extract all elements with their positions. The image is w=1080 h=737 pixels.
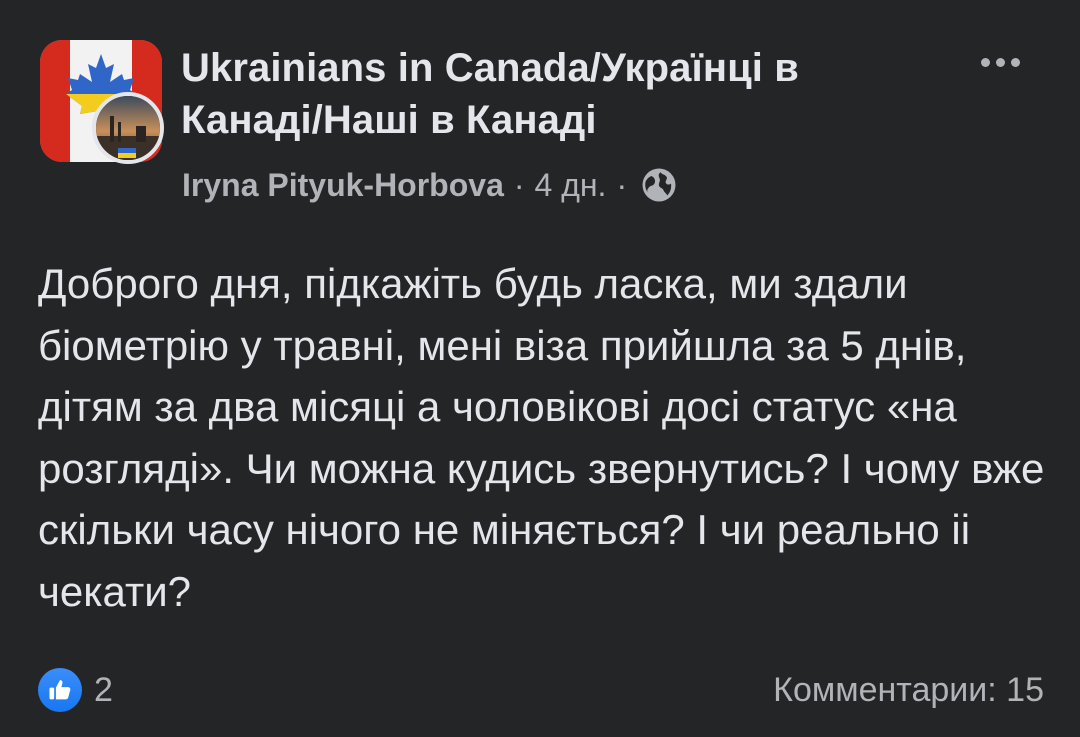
post-time[interactable]: 4 дн. xyxy=(535,167,607,204)
reaction-count: 2 xyxy=(94,670,113,709)
meta-separator: · xyxy=(513,166,525,203)
comments-count-link[interactable]: Комментарии: 15 xyxy=(773,667,1044,713)
reactions-summary[interactable]: 2 xyxy=(38,667,113,713)
author-name[interactable]: Iryna Pityuk-Horbova xyxy=(182,167,504,204)
more-options-button[interactable] xyxy=(968,42,1032,82)
post-card: Ukrainians in Canada/Українці в Канаді/Н… xyxy=(0,0,1080,737)
user-avatar[interactable] xyxy=(92,92,164,164)
post-meta: Iryna Pityuk-Horbova · 4 дн. · xyxy=(182,163,677,207)
meta-separator: · xyxy=(616,166,628,203)
globe-icon xyxy=(642,168,676,202)
group-name[interactable]: Ukrainians in Canada/Українці в Канаді/Н… xyxy=(181,42,921,146)
like-icon xyxy=(38,668,82,712)
more-options-icon xyxy=(980,57,990,67)
group-avatar[interactable] xyxy=(40,40,164,164)
post-text: Доброго дня, підкажіть будь ласка, ми зд… xyxy=(38,260,1045,615)
